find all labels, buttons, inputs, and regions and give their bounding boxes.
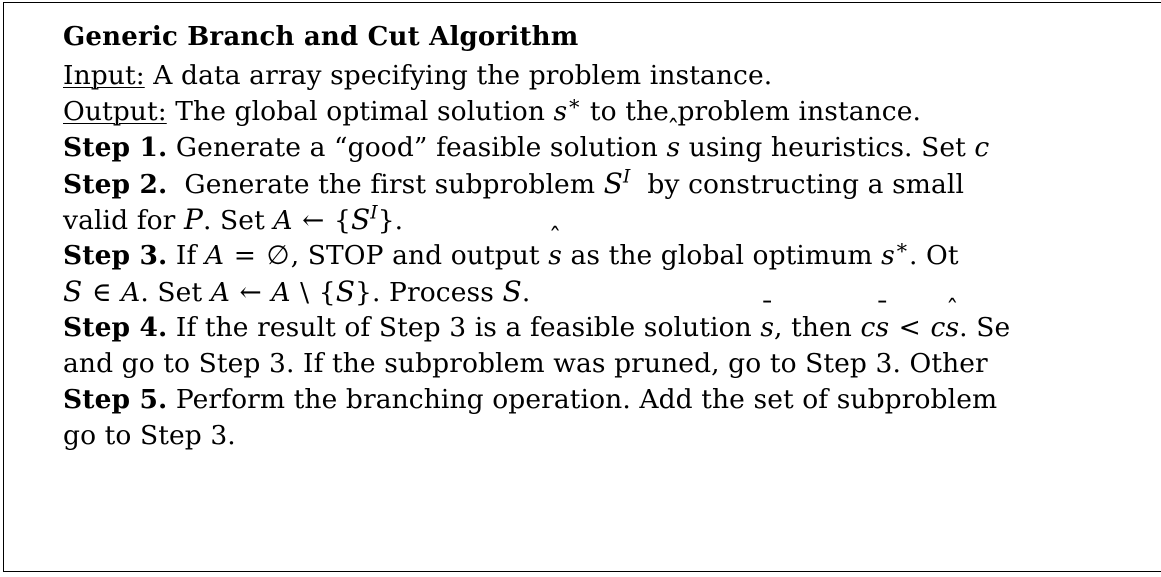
math-A: A bbox=[273, 205, 293, 236]
step-3-text-a: , STOP and output bbox=[290, 240, 540, 271]
algorithm-box: Generic Branch and Cut Algorithm Input: … bbox=[3, 2, 1161, 572]
math-script-S-4: S bbox=[502, 275, 522, 308]
superscript-star-2: ∗ bbox=[894, 235, 909, 260]
step-2-text-d: . Set bbox=[202, 205, 265, 236]
math-script-S-3: S bbox=[335, 275, 356, 308]
step-2-text-b: by constructing a small bbox=[647, 169, 965, 200]
brace-open-2: { bbox=[318, 277, 336, 308]
hat-accent-icon: ˆ bbox=[666, 114, 680, 144]
step-3-line-2: S ∈ A. Set A ← A \ {S}. Process S. bbox=[63, 274, 1161, 310]
empty-set-icon: ∅ bbox=[266, 240, 290, 271]
algorithm-title: Generic Branch and Cut Algorithm bbox=[63, 22, 579, 52]
math-c-s-hat: cˆs bbox=[931, 294, 960, 343]
equals-sign: = bbox=[233, 240, 256, 271]
step-3-text-b: as the global optimum bbox=[570, 240, 873, 271]
superscript-star: ∗ bbox=[567, 91, 582, 116]
step-2-line-1: Step 2. Generate the first subproblem SI… bbox=[63, 166, 1161, 202]
step-3-period: . bbox=[521, 277, 531, 308]
element-of-icon: ∈ bbox=[91, 277, 112, 308]
math-A-3: A bbox=[121, 277, 141, 308]
step-3-line-1: Step 3. If A = ∅, STOP and output ˆs as … bbox=[63, 222, 1161, 274]
math-script-S-superscript-I: SI bbox=[603, 166, 631, 200]
bar-accent-icon-2: ¯ bbox=[875, 296, 889, 328]
math-script-S-2: S bbox=[63, 275, 83, 308]
step-2-label: Step 2. bbox=[63, 169, 168, 200]
output-line: Output: The global optimal solution s∗ t… bbox=[63, 91, 1161, 130]
bar-accent-icon: ¯ bbox=[760, 296, 774, 328]
step-4-label: Step 4. bbox=[63, 312, 168, 343]
math-A-2: A bbox=[204, 240, 225, 271]
step-4-text-a: If the result of Step 3 is a feasible so… bbox=[175, 312, 752, 343]
step-1-text-b: using heuristics. Set bbox=[688, 132, 966, 163]
step-1-text-a: Generate a “good” feasible solution bbox=[175, 132, 658, 163]
math-c-clipped: c bbox=[974, 132, 990, 163]
hat-accent-icon-3: ˆ bbox=[945, 294, 959, 324]
step-2-text-c: valid for bbox=[63, 205, 176, 236]
math-s-star-2: s∗ bbox=[881, 235, 909, 271]
math-c-s-bar: c ¯ s bbox=[860, 296, 890, 343]
superscript-I: I bbox=[622, 166, 631, 188]
superscript-I-2: I bbox=[370, 202, 378, 224]
output-text-after: to the problem instance. bbox=[589, 96, 922, 127]
input-line: Input: A data array specifying the probl… bbox=[63, 58, 1161, 94]
math-s-star: s∗ bbox=[553, 91, 582, 127]
step-5-label: Step 5. bbox=[63, 384, 168, 415]
hat-accent-icon-2: ˆ bbox=[548, 222, 562, 252]
math-s-hat: ˆs bbox=[666, 114, 681, 163]
math-A-4: A bbox=[210, 277, 230, 308]
step-5-text-a: Perform the branching operation. Add the… bbox=[175, 384, 998, 415]
step-1-line-1: Step 1. Generate a “good” feasible solut… bbox=[63, 114, 1161, 166]
step-3-if: If bbox=[175, 240, 197, 271]
step-3-text-d: . Set bbox=[140, 277, 203, 308]
brace-close-2: } bbox=[355, 277, 372, 308]
set-minus-icon: \ bbox=[300, 277, 310, 308]
step-3-text-f: . Process bbox=[372, 277, 494, 308]
step-4-line-1: Step 4. If the result of Step 3 is a fea… bbox=[63, 294, 1161, 346]
step-5-line-1: Step 5. Perform the branching operation.… bbox=[63, 382, 1161, 418]
output-label: Output: bbox=[63, 96, 167, 127]
left-arrow-icon: ← bbox=[302, 205, 325, 236]
less-than-sign: < bbox=[898, 312, 921, 343]
math-s-hat-3: ˆs bbox=[945, 294, 960, 343]
step-4-line-2: and go to Step 3. If the subproblem was … bbox=[63, 346, 1161, 382]
left-arrow-icon-2: ← bbox=[239, 277, 262, 308]
step-2-line-2: valid for P. Set A ← {SI}. bbox=[63, 202, 1161, 238]
algorithm-content: Generic Branch and Cut Algorithm Input: … bbox=[63, 16, 1161, 454]
step-4-text-d: and go to Step 3. If the subproblem was … bbox=[63, 348, 988, 379]
math-s-bar: ¯ s bbox=[760, 296, 775, 343]
math-script-S-superscript-I-2: SI bbox=[350, 202, 378, 236]
math-A-5: A bbox=[271, 277, 291, 308]
step-4-text-c: . Se bbox=[959, 312, 1011, 343]
step-5-text-b: go to Step 3. bbox=[63, 420, 236, 451]
step-1-label: Step 1. bbox=[63, 132, 168, 163]
brace-close: }. bbox=[377, 205, 404, 236]
math-s-bar-2: ¯ s bbox=[875, 296, 890, 343]
brace-open: { bbox=[333, 205, 351, 236]
step-3-text-c: . Ot bbox=[909, 240, 959, 271]
math-script-P: P bbox=[183, 203, 203, 236]
step-2-text-a: Generate the first subproblem bbox=[184, 169, 596, 200]
step-4-text-b: , then bbox=[774, 312, 852, 343]
step-5-line-2: go to Step 3. bbox=[63, 418, 1161, 454]
input-label: Input: bbox=[63, 60, 145, 91]
input-text: A data array specifying the problem inst… bbox=[153, 60, 773, 91]
math-s-hat-2: ˆs bbox=[548, 222, 562, 271]
step-3-label: Step 3. bbox=[63, 240, 168, 271]
output-text-before: The global optimal solution bbox=[175, 96, 545, 127]
